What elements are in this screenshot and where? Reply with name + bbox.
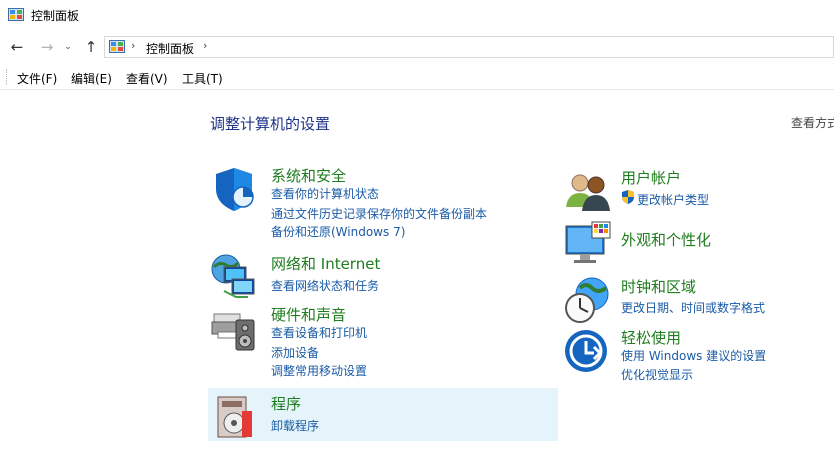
menu-tools[interactable]: 工具(T) [182, 70, 223, 87]
address-bar[interactable]: › 控制面板 › [104, 36, 834, 58]
link-mobility-settings[interactable]: 调整常用移动设置 [271, 362, 367, 379]
page-title: 调整计算机的设置 [210, 115, 331, 133]
breadcrumb-control-panel[interactable]: 控制面板 [146, 40, 194, 57]
view-by-label[interactable]: 查看方式 [791, 114, 834, 131]
title-bar: 控制面板 [0, 0, 834, 30]
toolbar-grip [6, 69, 8, 85]
link-devices-printers[interactable]: 查看设备和打印机 [271, 324, 367, 341]
link-add-device[interactable]: 添加设备 [271, 344, 319, 361]
up-arrow-icon[interactable]: ↑ [82, 37, 100, 57]
category-system-security: 系统和安全 查看你的计算机状态 通过文件历史记录保存你的文件备份副本 备份和还原… [210, 165, 550, 240]
control-panel-icon [109, 40, 125, 53]
ease-of-access-icon[interactable] [564, 327, 612, 375]
uac-shield-icon [621, 190, 635, 204]
link-view-computer-status[interactable]: 查看你的计算机状态 [271, 185, 379, 202]
appearance-monitor-icon[interactable] [564, 220, 612, 268]
clock-globe-icon[interactable] [564, 276, 612, 324]
printer-speaker-icon[interactable] [210, 304, 258, 352]
category-ease-of-access: 轻松使用 使用 Windows 建议的设置 优化视觉显示 [564, 327, 824, 387]
category-title[interactable]: 轻松使用 [621, 327, 681, 348]
category-user-accounts: 用户帐户 更改帐户类型 [564, 167, 824, 212]
link-change-account-type[interactable]: 更改帐户类型 [637, 191, 709, 208]
link-change-date-time-format[interactable]: 更改日期、时间或数字格式 [621, 299, 765, 316]
back-arrow-icon[interactable]: ← [8, 37, 26, 57]
window-title: 控制面板 [31, 9, 80, 23]
link-network-status[interactable]: 查看网络状态和任务 [271, 277, 379, 294]
category-title[interactable]: 网络和 Internet [271, 253, 380, 274]
menu-view[interactable]: 查看(V) [126, 70, 168, 87]
category-title[interactable]: 程序 [271, 393, 301, 414]
breadcrumb-separator-icon[interactable]: › [203, 39, 207, 52]
security-shield-icon[interactable] [210, 165, 258, 213]
category-title[interactable]: 硬件和声音 [271, 304, 346, 325]
network-globe-icon[interactable] [210, 253, 258, 301]
users-icon[interactable] [564, 167, 612, 215]
link-backup-restore[interactable]: 备份和还原(Windows 7) [271, 223, 405, 240]
recent-locations-chevron-icon[interactable]: ⌄ [61, 37, 75, 57]
menu-edit[interactable]: 编辑(E) [71, 70, 112, 87]
category-title[interactable]: 时钟和区域 [621, 276, 696, 297]
category-programs: 程序 卸载程序 [210, 393, 550, 438]
category-hardware-sound: 硬件和声音 查看设备和打印机 添加设备 调整常用移动设置 [210, 304, 550, 379]
category-title[interactable]: 外观和个性化 [621, 229, 711, 250]
programs-box-icon[interactable] [210, 393, 258, 441]
breadcrumb-separator-icon[interactable]: › [131, 39, 135, 52]
link-uninstall-program[interactable]: 卸载程序 [271, 417, 319, 434]
menu-bar: 文件(F) 编辑(E) 查看(V) 工具(T) [0, 64, 834, 90]
category-title[interactable]: 用户帐户 [621, 167, 681, 188]
menu-file[interactable]: 文件(F) [17, 70, 57, 87]
link-file-history-backup[interactable]: 通过文件历史记录保存你的文件备份副本 [271, 205, 487, 222]
category-title[interactable]: 系统和安全 [271, 165, 346, 186]
category-appearance: 外观和个性化 [564, 220, 824, 268]
link-windows-recommended-settings[interactable]: 使用 Windows 建议的设置 [621, 347, 766, 364]
forward-arrow-icon[interactable]: → [38, 37, 56, 57]
category-network-internet: 网络和 Internet 查看网络状态和任务 [210, 253, 550, 298]
link-optimize-visual-display[interactable]: 优化视觉显示 [621, 366, 693, 383]
category-clock-region: 时钟和区域 更改日期、时间或数字格式 [564, 276, 824, 324]
control-panel-icon [8, 8, 24, 21]
